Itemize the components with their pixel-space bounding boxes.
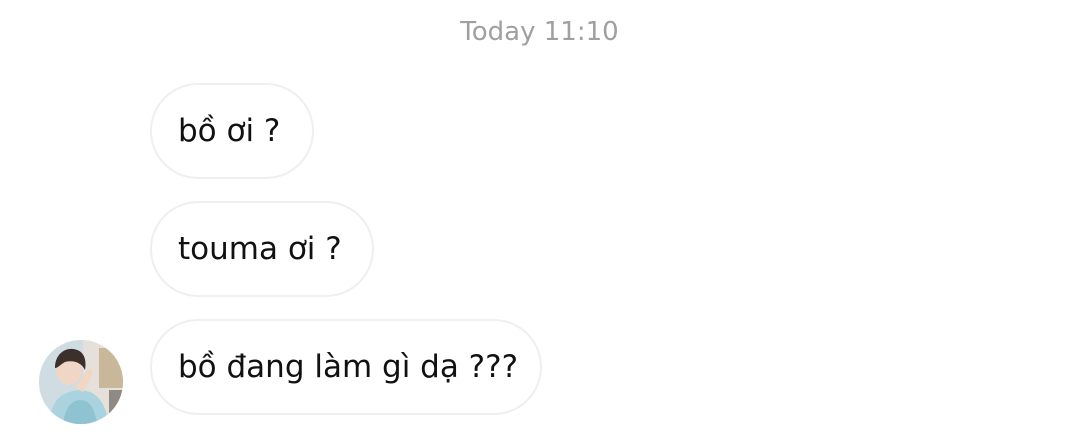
message-bubble[interactable]: bồ ơi ? xyxy=(150,83,314,179)
message-text: bồ đang làm gì dạ ??? xyxy=(178,349,519,385)
user-avatar-photo-icon xyxy=(39,340,123,424)
sender-avatar[interactable] xyxy=(39,340,123,424)
message-bubble[interactable]: touma ơi ? xyxy=(150,201,374,297)
message-bubble[interactable]: bồ đang làm gì dạ ??? xyxy=(150,319,542,415)
message-text: bồ ơi ? xyxy=(178,113,281,149)
message-text: touma ơi ? xyxy=(178,231,342,267)
chat-timestamp: Today 11:10 xyxy=(460,17,619,47)
